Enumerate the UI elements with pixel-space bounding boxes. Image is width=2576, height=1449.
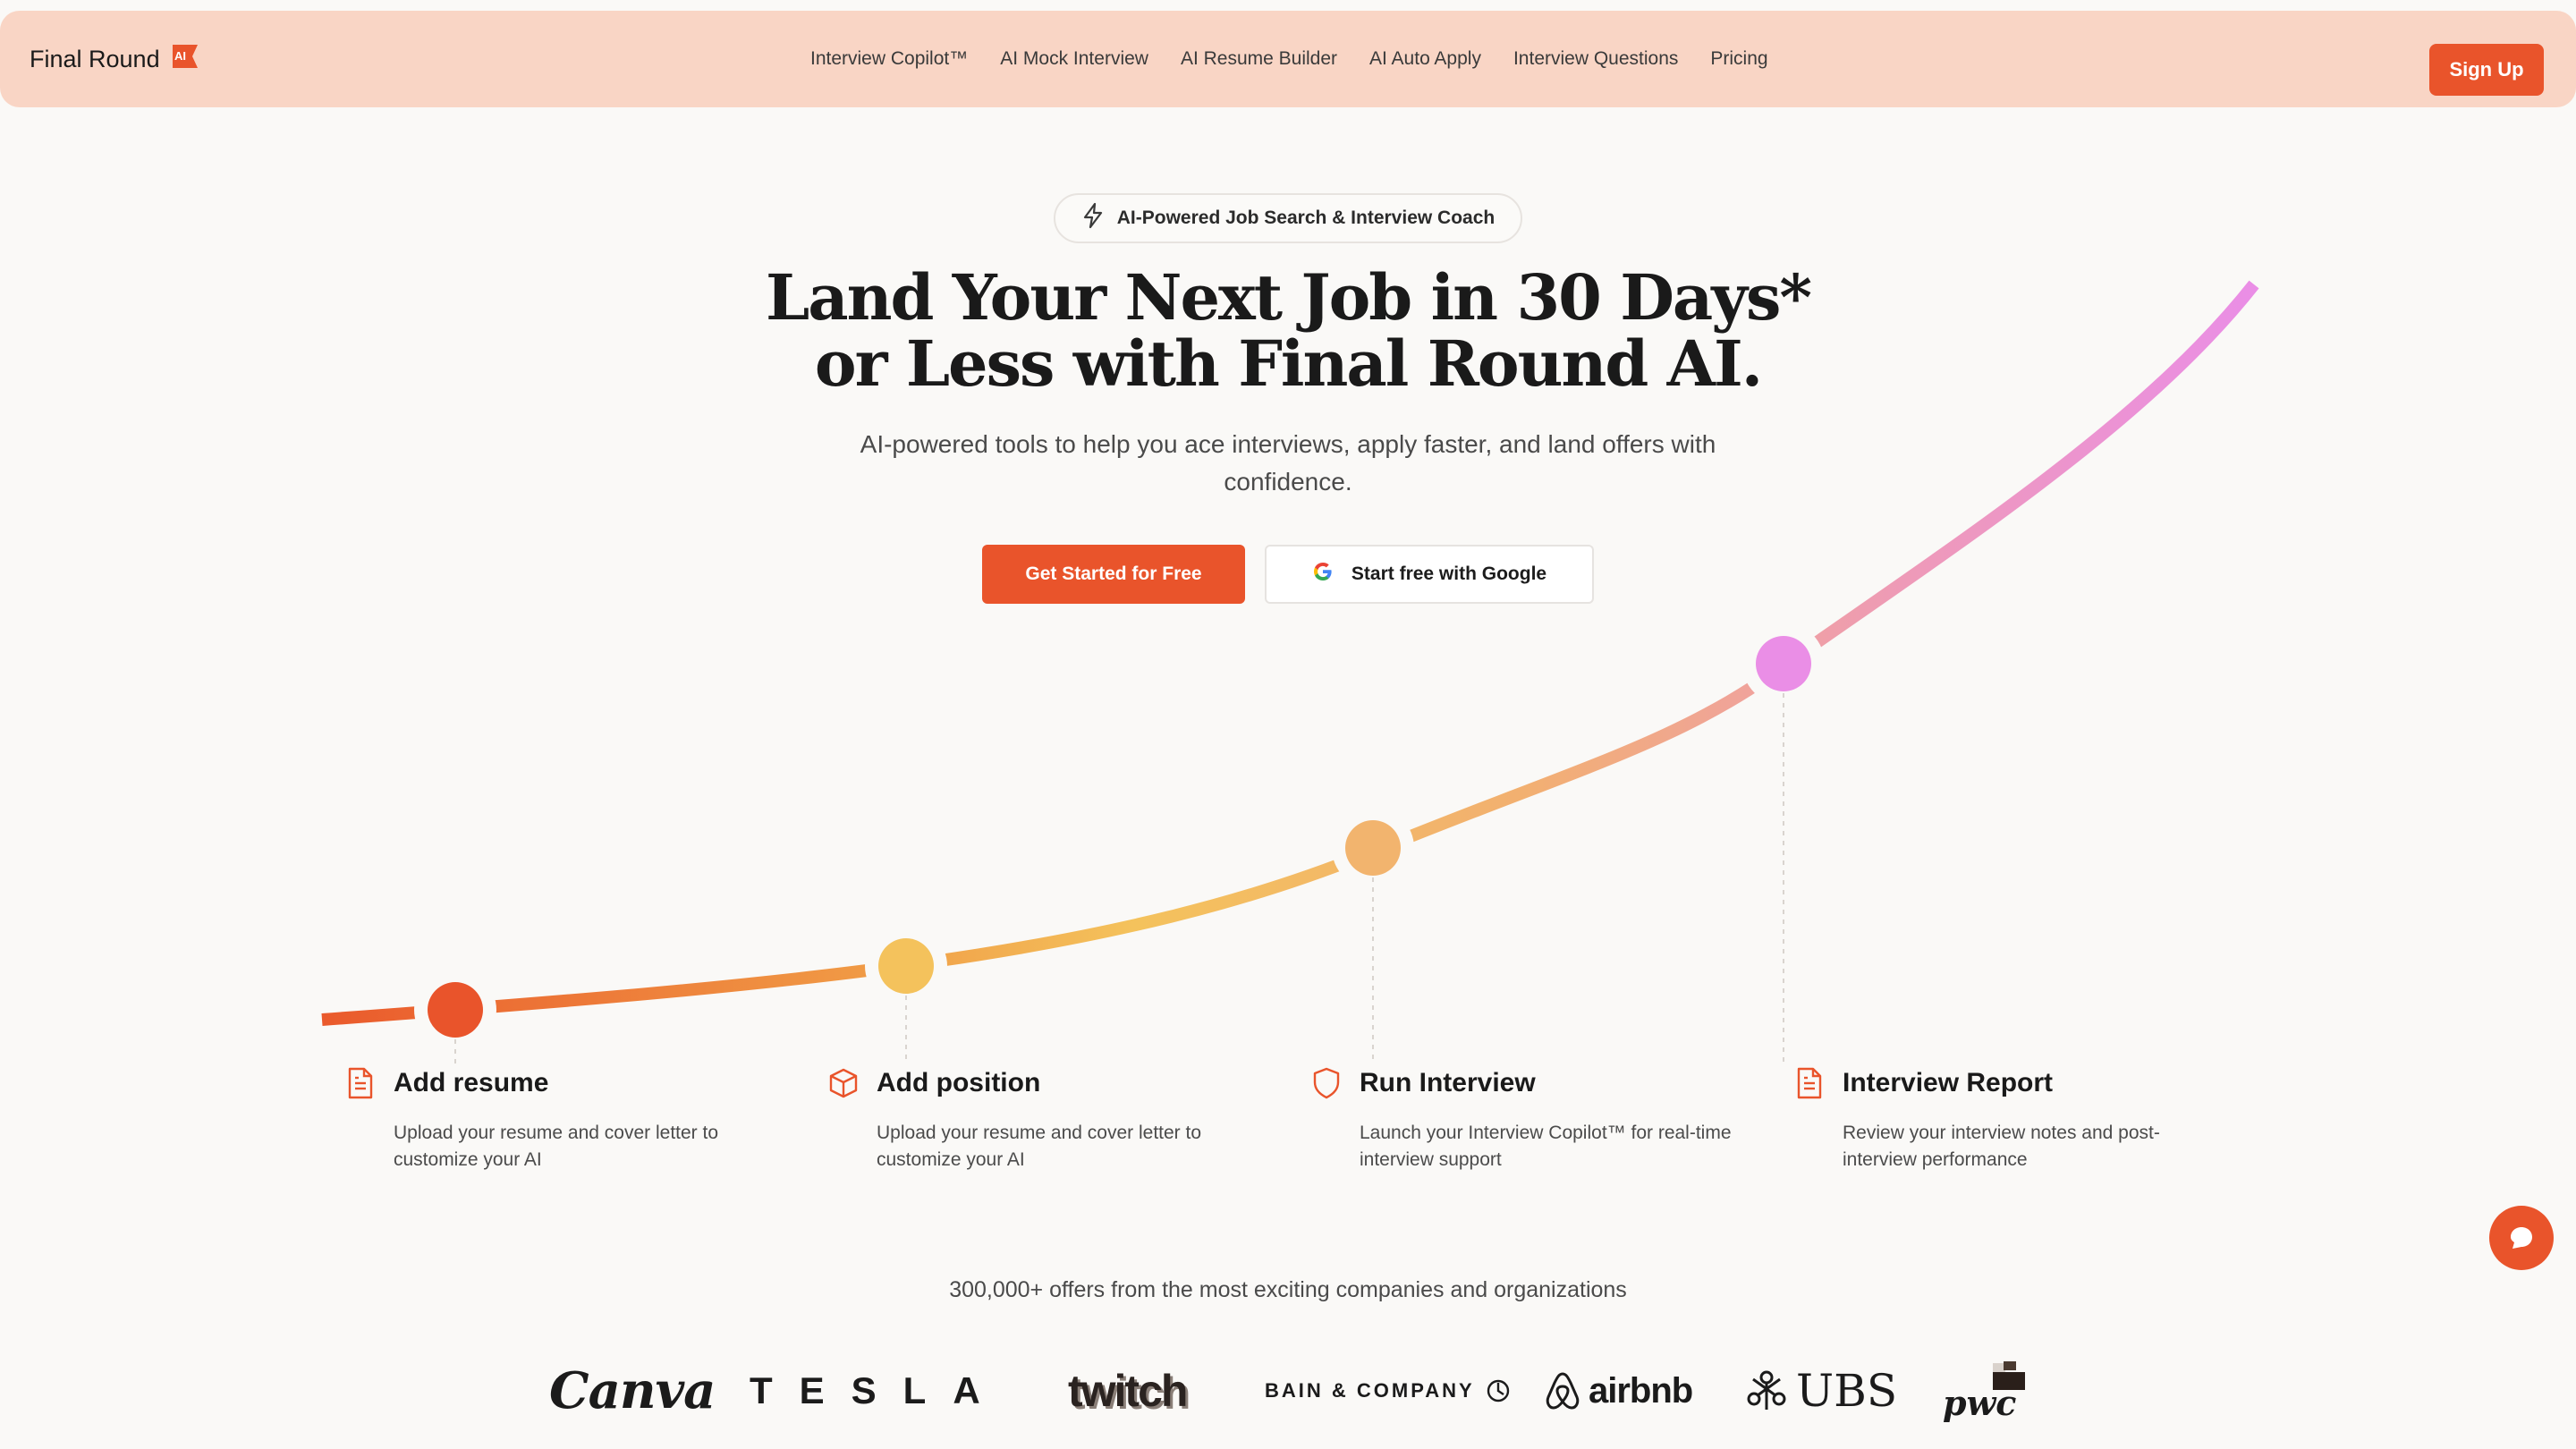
airbnb-logo: airbnb [1544, 1351, 1693, 1431]
step-add-position: Add position Upload your resume and cove… [826, 1066, 1238, 1174]
hero-badge: AI-Powered Job Search & Interview Coach [1054, 193, 1522, 243]
node-gap-3 [1332, 807, 1414, 889]
airbnb-logo-text: airbnb [1589, 1370, 1693, 1411]
ubs-logo-text: UBS [1796, 1365, 1898, 1417]
step-description: Upload your resume and cover letter to c… [394, 1123, 719, 1170]
step-run-interview: Run Interview Launch your Interview Copi… [1309, 1066, 1732, 1174]
node-gap-2 [865, 925, 947, 1007]
hero-title-line-1: Land Your Next Job in 30 Days* [766, 260, 1812, 335]
nav-link-interview-copilot[interactable]: Interview Copilot™ [810, 48, 968, 70]
report-icon [1792, 1066, 1826, 1100]
ai-flag-icon: AI [168, 45, 198, 68]
step-add-resume: Add resume Upload your resume and cover … [343, 1066, 755, 1174]
get-started-button[interactable]: Get Started for Free [982, 545, 1245, 604]
airbnb-icon [1546, 1372, 1580, 1410]
pwc-logo-text: pwc [1943, 1383, 2017, 1423]
offers-caption: 300,000+ offers from the most exciting c… [949, 1277, 1627, 1302]
canva-logo: Canva [549, 1361, 716, 1420]
tesla-logo: TESLA [750, 1369, 1007, 1411]
chat-icon [2511, 1227, 2532, 1249]
brand-name: Final Round [30, 45, 160, 72]
lightning-icon [1081, 202, 1105, 234]
nav-links: Interview Copilot™ AI Mock Interview AI … [810, 11, 1768, 107]
company-logos: Canva TESLA twitch BAIN & COMPANY airbnb… [0, 1351, 2576, 1431]
document-icon [343, 1066, 377, 1100]
node-3 [1345, 820, 1401, 876]
nav-link-ai-mock-interview[interactable]: AI Mock Interview [1000, 48, 1148, 70]
shield-icon [1309, 1066, 1343, 1100]
node-1 [428, 982, 483, 1038]
nav-link-ai-auto-apply[interactable]: AI Auto Apply [1369, 48, 1481, 70]
step-description: Review your interview notes and post-int… [1843, 1123, 2160, 1170]
brand-badge: AI [174, 49, 186, 63]
step-description: Launch your Interview Copilot™ for real-… [1360, 1123, 1732, 1170]
ubs-keys-icon [1747, 1370, 1786, 1410]
hero-title: Land Your Next Job in 30 Days* or Less w… [0, 265, 2576, 397]
brand-logo[interactable]: Final Round AI [30, 11, 198, 107]
node-4 [1756, 636, 1811, 691]
ubs-logo: UBS [1744, 1351, 1897, 1431]
step-title: Add resume [394, 1068, 549, 1097]
node-gap-1 [414, 969, 496, 1051]
step-title: Run Interview [1360, 1068, 1536, 1097]
google-button-label: Start free with Google [1351, 564, 1547, 584]
hero-subtitle: AI-powered tools to help you ace intervi… [860, 430, 1716, 496]
cube-icon [826, 1066, 860, 1100]
google-icon [1312, 561, 1334, 588]
google-signup-button[interactable]: Start free with Google [1265, 545, 1594, 604]
sign-up-button[interactable]: Sign Up [2429, 44, 2544, 96]
top-nav: Final Round AI Interview Copilot™ AI Moc… [0, 11, 2576, 107]
step-description: Upload your resume and cover letter to c… [877, 1123, 1202, 1170]
hero-badge-text: AI-Powered Job Search & Interview Coach [1116, 208, 1496, 228]
hero-title-line-2: or Less with Final Round AI. [814, 326, 1763, 401]
pwc-logo: pwc [1941, 1351, 2027, 1431]
step-interview-report: Interview Report Review your interview n… [1792, 1066, 2204, 1174]
step-title: Add position [877, 1068, 1041, 1097]
twitch-logo: twitch [1068, 1366, 1188, 1416]
nav-link-interview-questions[interactable]: Interview Questions [1513, 48, 1678, 70]
step-title: Interview Report [1843, 1068, 2054, 1097]
node-2 [878, 938, 934, 994]
nav-link-ai-resume-builder[interactable]: AI Resume Builder [1181, 48, 1337, 70]
bain-logo-text: BAIN & COMPANY [1265, 1379, 1475, 1402]
chat-widget-button[interactable] [2489, 1206, 2554, 1270]
bain-emblem-icon [1487, 1379, 1509, 1402]
bain-logo: BAIN & COMPANY [1265, 1351, 1511, 1431]
node-gap-4 [1742, 623, 1825, 705]
nav-link-pricing[interactable]: Pricing [1710, 48, 1767, 70]
